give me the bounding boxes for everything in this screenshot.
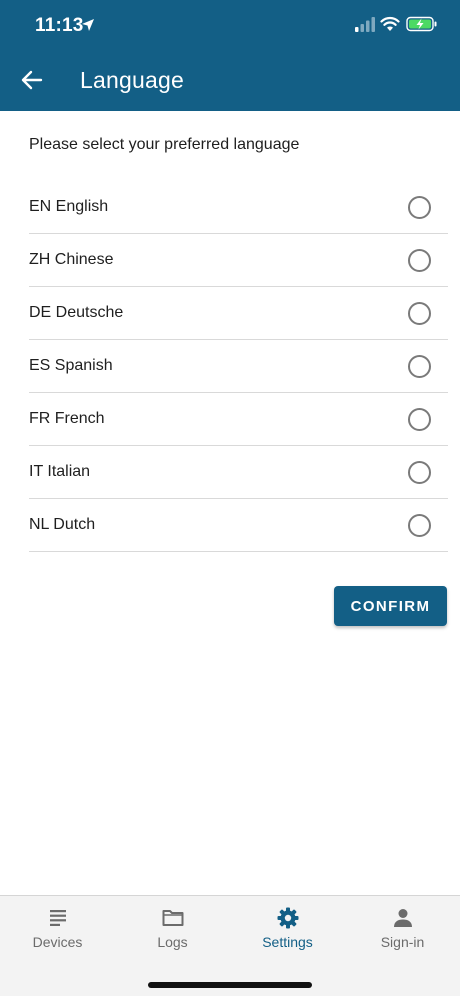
cellular-signal-icon [355, 17, 375, 32]
radio-button[interactable] [408, 407, 431, 431]
language-label: FR French [29, 410, 105, 427]
bottom-tab-bar: Devices Logs Settings Sign-in [0, 895, 460, 996]
person-icon [393, 909, 412, 927]
radio-button[interactable] [408, 460, 431, 484]
tab-label: Logs [157, 934, 188, 950]
language-option-es[interactable]: ES Spanish [29, 340, 448, 393]
tab-sign-in[interactable]: Sign-in [345, 896, 460, 966]
arrow-left-icon [21, 70, 43, 90]
tab-label: Sign-in [380, 934, 425, 950]
back-button[interactable] [14, 62, 50, 98]
language-label: IT Italian [29, 463, 91, 480]
battery-charging-icon [406, 16, 437, 32]
tab-logs[interactable]: Logs [115, 896, 230, 966]
language-label: ES Spanish [29, 357, 113, 374]
language-label: NL Dutch [29, 516, 96, 533]
wifi-icon [380, 16, 400, 31]
language-option-en[interactable]: EN English [29, 181, 448, 234]
language-option-de[interactable]: DE Deutsche [29, 287, 448, 340]
folder-icon [162, 910, 183, 926]
language-label: DE Deutsche [29, 304, 124, 321]
language-option-it[interactable]: IT Italian [29, 446, 448, 499]
app-header: 11:13 Language [0, 0, 460, 111]
tab-label: Settings [262, 934, 313, 950]
status-time: 11:13 [35, 15, 84, 36]
language-prompt: Please select your preferred language [29, 136, 300, 153]
page-title: Language [80, 67, 184, 93]
radio-button[interactable] [408, 195, 431, 219]
confirm-button[interactable]: CONFIRM [334, 586, 447, 626]
language-label: EN English [29, 198, 109, 215]
radio-button[interactable] [408, 513, 431, 537]
home-indicator [148, 982, 312, 988]
list-icon [49, 910, 66, 926]
language-label: ZH Chinese [29, 251, 114, 268]
location-arrow-icon [82, 19, 94, 31]
tab-devices[interactable]: Devices [0, 896, 115, 966]
gear-icon [277, 907, 298, 929]
language-list: EN English ZH Chinese DE Deutsche ES Spa… [29, 181, 448, 552]
language-option-nl[interactable]: NL Dutch [29, 499, 448, 552]
tab-settings[interactable]: Settings [230, 896, 345, 966]
radio-button[interactable] [408, 354, 431, 378]
language-option-zh[interactable]: ZH Chinese [29, 234, 448, 287]
tab-label: Devices [32, 934, 83, 950]
status-bar: 11:13 [0, 0, 460, 50]
language-option-fr[interactable]: FR French [29, 393, 448, 446]
radio-button[interactable] [408, 248, 431, 272]
radio-button[interactable] [408, 301, 431, 325]
